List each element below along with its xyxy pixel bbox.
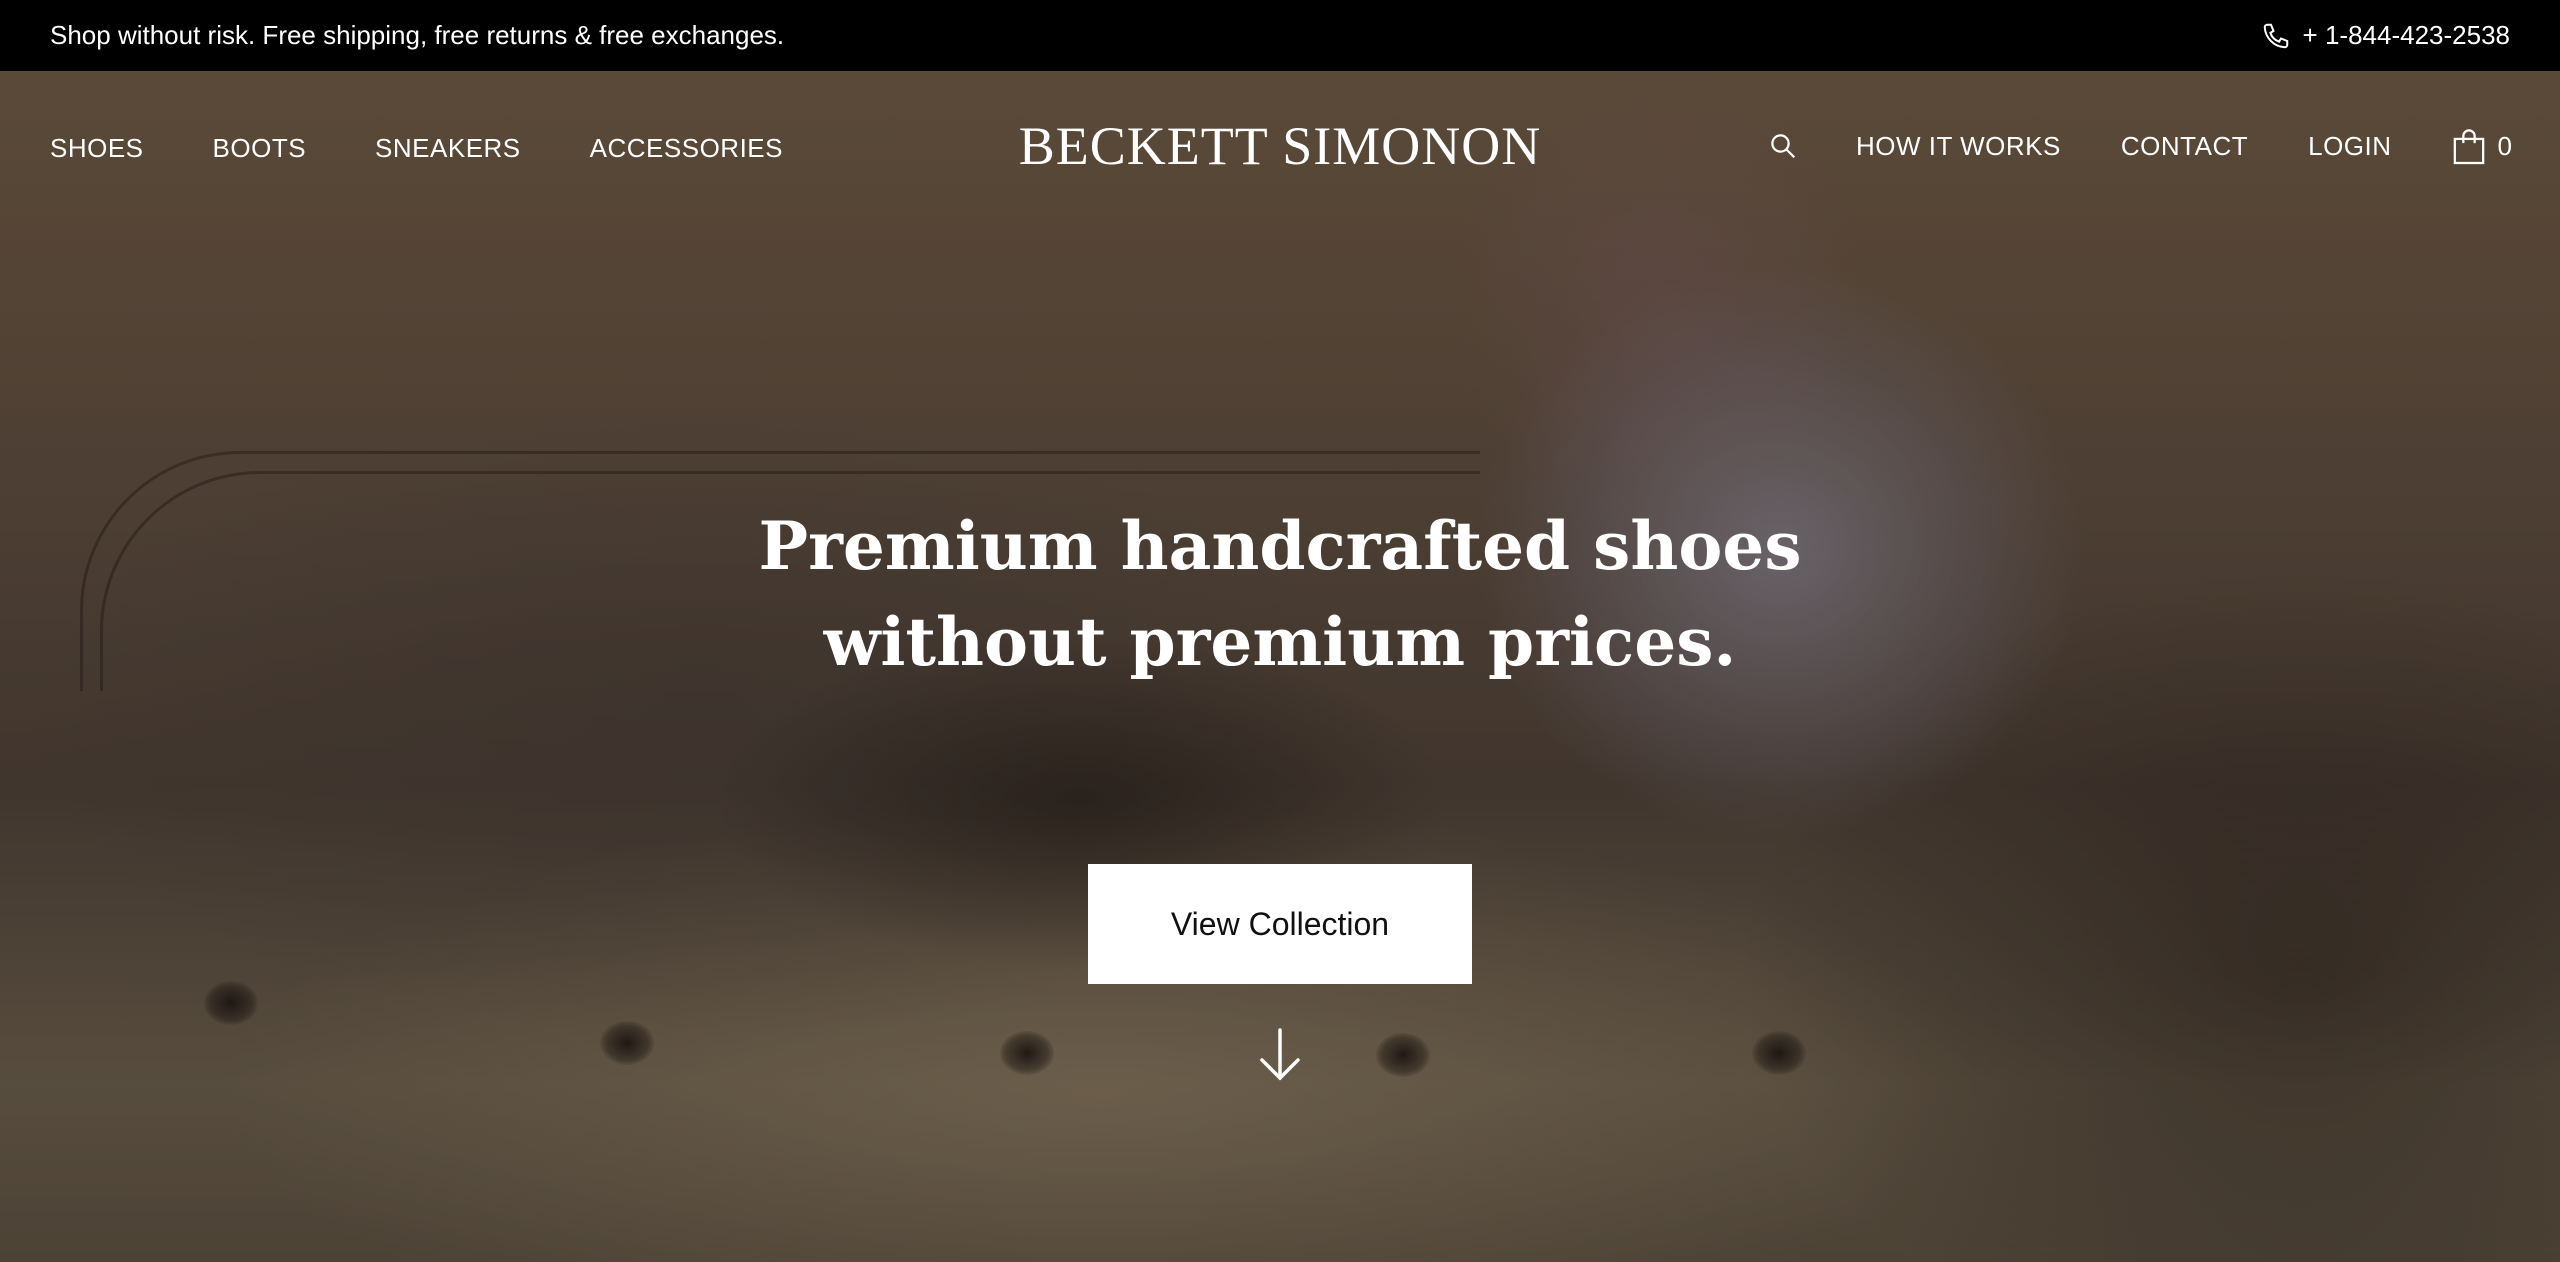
- announcement-bar: Shop without risk. Free shipping, free r…: [0, 0, 2560, 71]
- nav-login[interactable]: LOGIN: [2308, 131, 2391, 162]
- view-collection-button[interactable]: View Collection: [1088, 864, 1472, 984]
- hero-headline: Premium handcrafted shoes without premiu…: [0, 498, 2560, 690]
- main-navigation: SHOES BOOTS SNEAKERS ACCESSORIES BECKETT…: [0, 71, 2560, 231]
- nav-right-group: HOW IT WORKS CONTACT LOGIN 0: [1768, 127, 2512, 165]
- phone-icon: [2263, 23, 2288, 48]
- cart-count: 0: [2497, 130, 2512, 161]
- search-icon[interactable]: [1768, 131, 1798, 161]
- nav-how-it-works[interactable]: HOW IT WORKS: [1856, 131, 2061, 162]
- nav-contact[interactable]: CONTACT: [2121, 131, 2248, 162]
- cart-button[interactable]: 0: [2452, 127, 2512, 165]
- hero-headline-line1: Premium handcrafted shoes: [758, 507, 1802, 585]
- hero-headline-line2: without premium prices.: [823, 603, 1737, 681]
- shopping-bag-icon: [2453, 129, 2484, 165]
- phone-number[interactable]: + 1-844-423-2538: [2303, 20, 2510, 51]
- phone-contact[interactable]: + 1-844-423-2538: [2261, 20, 2510, 51]
- arrow-down-icon[interactable]: [1256, 1026, 1304, 1084]
- announcement-text: Shop without risk. Free shipping, free r…: [50, 20, 785, 50]
